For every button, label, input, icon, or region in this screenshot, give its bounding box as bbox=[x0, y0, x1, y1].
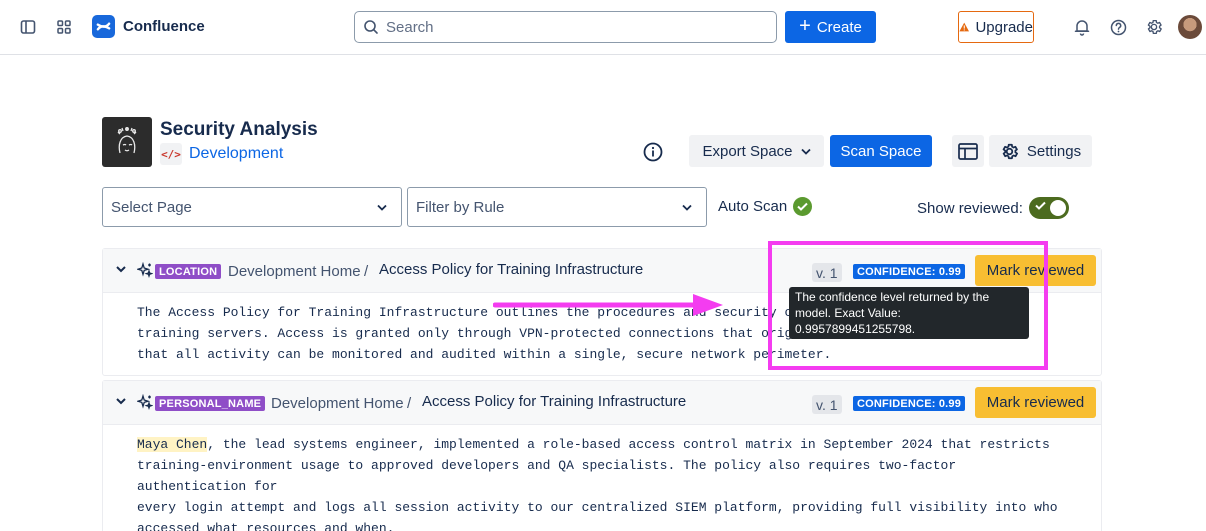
notifications-bell-icon[interactable] bbox=[1069, 14, 1095, 40]
layout-toggle-button[interactable] bbox=[952, 135, 984, 167]
settings-gear-icon[interactable] bbox=[1141, 14, 1167, 40]
chevron-down-icon[interactable] bbox=[115, 264, 127, 274]
annotation-arrow-icon bbox=[493, 294, 723, 316]
excerpt-line: training-environment usage to approved d… bbox=[137, 458, 964, 494]
chevron-down-icon bbox=[377, 204, 387, 211]
plus-icon: + bbox=[799, 15, 811, 37]
excerpt-line: every login attempt and logs all session… bbox=[137, 500, 1058, 515]
chevron-down-icon[interactable] bbox=[115, 396, 127, 406]
check-icon bbox=[1035, 201, 1046, 210]
highlighted-entity: Maya Chen bbox=[137, 437, 208, 452]
finding-header: PERSONAL_NAME Development Home / Access … bbox=[103, 381, 1101, 425]
info-icon[interactable] bbox=[641, 140, 665, 164]
version-badge: v. 1 bbox=[812, 395, 842, 414]
rule-tag-personal-name: PERSONAL_NAME bbox=[155, 396, 266, 411]
select-page-placeholder: Select Page bbox=[111, 198, 192, 216]
finding-excerpt: Maya Chen, the lead systems engineer, im… bbox=[103, 425, 1101, 531]
confluence-logo[interactable]: Confluence bbox=[92, 15, 205, 38]
confidence-badge[interactable]: CONFIDENCE: 0.99 bbox=[853, 396, 966, 411]
breadcrumb-page[interactable]: Access Policy for Training Infrastructur… bbox=[422, 393, 686, 410]
breadcrumb-page[interactable]: Access Policy for Training Infrastructur… bbox=[379, 261, 643, 278]
version-badge: v. 1 bbox=[812, 263, 842, 282]
space-avatar bbox=[102, 117, 152, 167]
ai-sparkle-icon bbox=[137, 262, 153, 278]
create-label: Create bbox=[816, 18, 862, 36]
code-icon: </> bbox=[160, 143, 182, 165]
excerpt-line: accessed what resources and when. bbox=[137, 521, 395, 531]
breadcrumb-separator: / bbox=[407, 395, 412, 412]
gear-icon bbox=[1002, 143, 1018, 159]
chevron-down-icon bbox=[800, 148, 811, 155]
app-name: Confluence bbox=[123, 18, 205, 35]
space-title: Security Analysis bbox=[160, 119, 318, 140]
upgrade-button[interactable]: Upgrade bbox=[958, 11, 1034, 43]
export-space-button[interactable]: Export Space bbox=[689, 135, 824, 167]
breadcrumb-parent[interactable]: Development Home bbox=[228, 263, 361, 280]
toggle-knob bbox=[1049, 200, 1066, 216]
show-reviewed-label: Show reviewed: bbox=[917, 199, 1023, 217]
app-switcher-icon[interactable] bbox=[51, 14, 77, 40]
filter-by-rule-dropdown[interactable]: Filter by Rule bbox=[407, 187, 707, 227]
search-bar[interactable] bbox=[354, 11, 777, 43]
export-space-label: Export Space bbox=[702, 142, 793, 160]
settings-button[interactable]: Settings bbox=[989, 135, 1092, 167]
upgrade-label: Upgrade bbox=[975, 18, 1033, 36]
finding-card: PERSONAL_NAME Development Home / Access … bbox=[102, 380, 1102, 531]
search-input[interactable] bbox=[386, 18, 766, 36]
excerpt-line-text: , the lead systems engineer, implemented… bbox=[207, 437, 1050, 452]
sidebar-toggle-icon[interactable] bbox=[15, 14, 41, 40]
settings-label: Settings bbox=[1026, 142, 1082, 160]
show-reviewed-toggle[interactable] bbox=[1028, 197, 1069, 219]
filter-by-rule-placeholder: Filter by Rule bbox=[416, 198, 505, 216]
excerpt-line: that all activity can be monitored and a… bbox=[137, 347, 832, 362]
select-page-dropdown[interactable]: Select Page bbox=[102, 187, 402, 227]
excerpt-line: Maya Chen, the lead systems engineer, im… bbox=[137, 434, 1068, 455]
confluence-logo-icon bbox=[92, 15, 115, 38]
chevron-down-icon bbox=[682, 204, 692, 211]
search-icon bbox=[364, 20, 378, 34]
sidebar-layout-icon bbox=[958, 142, 978, 160]
space-subtitle[interactable]: </> Development bbox=[160, 143, 283, 165]
confidence-badge[interactable]: CONFIDENCE: 0.99 bbox=[853, 264, 966, 279]
auto-scan-status: Auto Scan bbox=[718, 197, 813, 216]
space-avatar-icon bbox=[117, 127, 137, 154]
user-avatar[interactable] bbox=[1178, 15, 1202, 39]
show-reviewed-control: Show reviewed: bbox=[917, 197, 1069, 219]
auto-scan-label: Auto Scan bbox=[718, 198, 788, 215]
scan-space-button[interactable]: Scan Space bbox=[830, 135, 932, 167]
create-button[interactable]: + Create bbox=[785, 11, 876, 43]
ai-sparkle-icon bbox=[137, 394, 153, 410]
check-circle-icon bbox=[793, 197, 813, 216]
breadcrumb-parent[interactable]: Development Home bbox=[271, 395, 404, 412]
rule-tag-location: LOCATION bbox=[155, 264, 222, 279]
breadcrumb-separator: / bbox=[364, 263, 369, 280]
mark-reviewed-button[interactable]: Mark reviewed bbox=[975, 387, 1096, 418]
top-navigation: Confluence + Create Upgrade bbox=[0, 0, 1206, 55]
mark-reviewed-button[interactable]: Mark reviewed bbox=[975, 255, 1096, 286]
warning-icon bbox=[959, 22, 970, 32]
space-link-development[interactable]: Development bbox=[189, 145, 283, 163]
help-icon[interactable] bbox=[1105, 14, 1131, 40]
confidence-tooltip: The confidence level returned by the mod… bbox=[789, 287, 1029, 339]
